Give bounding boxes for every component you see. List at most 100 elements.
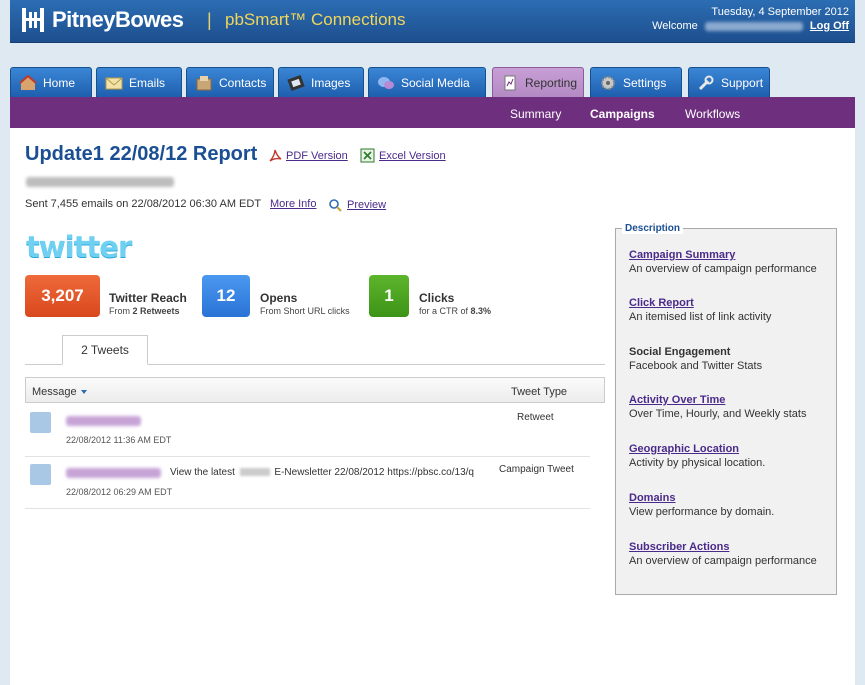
pdf-version-link[interactable]: PDF Version: [268, 148, 348, 163]
reach-sub-retweets: 2 Retweets: [132, 306, 180, 316]
product-name: pbSmart™ Connections: [225, 10, 406, 29]
subnav-campaigns[interactable]: Campaigns: [590, 107, 655, 121]
tweet-type: Campaign Tweet: [499, 464, 574, 475]
logout-link[interactable]: Log Off: [810, 20, 849, 32]
tab-contacts[interactable]: Contacts: [186, 67, 274, 97]
redacted-handle: [66, 468, 161, 478]
tab-reporting-label: Reporting: [525, 75, 578, 90]
tab-home-label: Home: [43, 75, 76, 90]
desc-campaign-summary: Campaign Summary An overview of campaign…: [629, 249, 817, 275]
tweet-row: 22/08/2012 11:36 AM EDT Retweet: [25, 412, 590, 452]
tweet-timestamp: 22/08/2012 11:36 AM EDT: [66, 435, 172, 445]
clicks-value: 1: [369, 275, 409, 317]
desc-text: View performance by domain.: [629, 506, 775, 518]
tab-emails-label: Emails: [129, 75, 166, 90]
gear-icon: [601, 75, 615, 90]
tab-images[interactable]: Images: [278, 67, 364, 97]
desc-text: Facebook and Twitter Stats: [629, 360, 763, 372]
redacted-word: [239, 468, 270, 477]
tab-settings-label: Settings: [623, 75, 667, 90]
column-tweet-type[interactable]: Tweet Type: [511, 386, 567, 398]
desc-link-campaign-summary[interactable]: Campaign Summary: [629, 249, 817, 261]
twitter-reach-sub: From 2 Retweets: [109, 306, 180, 316]
subnav-workflows[interactable]: Workflows: [685, 107, 740, 121]
welcome-label: Welcome: [652, 20, 698, 32]
page-title: Update1 22/08/12 Report: [25, 143, 258, 165]
chart-page-icon: [504, 75, 516, 90]
desc-subscriber-actions: Subscriber Actions An overview of campai…: [629, 541, 817, 567]
clicks-sub: for a CTR of 8.3%: [419, 306, 491, 316]
tweet-message-suffix: E-Newsletter 22/08/2012 https://pbsc.co/…: [274, 467, 474, 478]
tweet-timestamp: 22/08/2012 06:29 AM EDT: [66, 487, 173, 497]
envelope-icon: [105, 77, 123, 89]
twitter-reach-value: 3,207: [25, 275, 100, 317]
desc-link-geographic-location[interactable]: Geographic Location: [629, 443, 765, 455]
tab-support[interactable]: Support: [688, 67, 770, 97]
excel-version-link[interactable]: Excel Version: [360, 148, 446, 163]
desc-link-activity-over-time[interactable]: Activity Over Time: [629, 394, 806, 406]
twitter-logo: twitter: [26, 230, 132, 264]
sort-caret-icon: [80, 390, 87, 395]
desc-heading-social-engagement: Social Engagement: [629, 346, 731, 358]
desc-text: An itemised list of link activity: [629, 311, 772, 323]
twitter-bird-icon: [30, 464, 51, 485]
film-icon: [287, 74, 305, 91]
report-panel: Update1 22/08/12 Report PDF Version Exce…: [10, 128, 855, 685]
twitter-reach-label: Twitter Reach: [109, 291, 187, 305]
desc-click-report: Click Report An itemised list of link ac…: [629, 297, 771, 323]
excel-icon: [360, 148, 375, 163]
opens-label: Opens: [260, 291, 298, 305]
tab-reporting[interactable]: Reporting: [492, 67, 584, 97]
tweet-message: View the latest E-Newsletter 22/08/2012 …: [170, 467, 474, 478]
column-message-label: Message: [32, 386, 77, 398]
preview-label: Preview: [347, 199, 387, 211]
description-box: Description Campaign Summary An overview…: [615, 223, 837, 595]
clicks-label: Clicks: [419, 291, 455, 305]
tab-emails[interactable]: Emails: [96, 67, 182, 97]
wrench-icon: [698, 75, 714, 90]
desc-text: An overview of campaign performance: [629, 555, 817, 567]
desc-domains: Domains View performance by domain.: [629, 492, 774, 518]
redacted-handle: [66, 416, 141, 426]
tab-tweets[interactable]: 2 Tweets: [62, 335, 148, 365]
twitter-bird-icon: [30, 412, 51, 433]
tweet-row: View the latest E-Newsletter 22/08/2012 …: [25, 464, 590, 504]
row-divider: [25, 456, 590, 457]
desc-text: Activity by physical location.: [629, 457, 766, 469]
desc-link-subscriber-actions[interactable]: Subscriber Actions: [629, 541, 817, 553]
header-separator: |: [207, 10, 212, 30]
app-header: PitneyBowes | pbSmart™ Connections Tuesd…: [10, 0, 855, 43]
tweet-type: Retweet: [517, 412, 554, 423]
preview-link[interactable]: Preview: [328, 198, 386, 212]
desc-text: An overview of campaign performance: [629, 263, 817, 275]
clicks-sub-ctr: 8.3%: [470, 306, 492, 316]
reporting-subnav: Summary Campaigns Workflows: [10, 97, 855, 128]
pitney-bowes-logo-icon: [22, 8, 44, 32]
welcome-line: Welcome Log Off: [652, 20, 849, 32]
pdf-version-label: PDF Version: [286, 149, 348, 162]
pdf-icon: [269, 149, 282, 162]
tab-social-media[interactable]: Social Media: [368, 67, 486, 97]
desc-link-click-report[interactable]: Click Report: [629, 297, 771, 309]
more-info-link[interactable]: More Info: [270, 198, 316, 210]
sent-summary: Sent 7,455 emails on 22/08/2012 06:30 AM…: [25, 198, 262, 210]
redacted-campaign-name: [26, 177, 174, 187]
desc-geographic-location: Geographic Location Activity by physical…: [629, 443, 765, 469]
speech-bubbles-icon: [378, 76, 394, 89]
subnav-summary[interactable]: Summary: [510, 107, 561, 121]
desc-activity-over-time: Activity Over Time Over Time, Hourly, an…: [629, 394, 806, 420]
tab-images-label: Images: [311, 75, 351, 90]
tab-social-media-label: Social Media: [401, 75, 470, 90]
clicks-sub-prefix: for a CTR of: [419, 306, 471, 316]
column-message[interactable]: Message: [32, 386, 87, 398]
excel-version-label: Excel Version: [379, 149, 446, 162]
desc-text: Over Time, Hourly, and Weekly stats: [629, 408, 807, 420]
tab-settings[interactable]: Settings: [590, 67, 682, 97]
tab-home[interactable]: Home: [10, 67, 92, 97]
tab-contacts-label: Contacts: [219, 75, 267, 90]
row-divider: [25, 508, 590, 509]
tweets-table-header: Message Tweet Type: [25, 377, 605, 403]
brand-name: PitneyBowes: [52, 7, 184, 32]
desc-link-domains[interactable]: Domains: [629, 492, 774, 504]
magnifier-icon: [329, 199, 342, 212]
